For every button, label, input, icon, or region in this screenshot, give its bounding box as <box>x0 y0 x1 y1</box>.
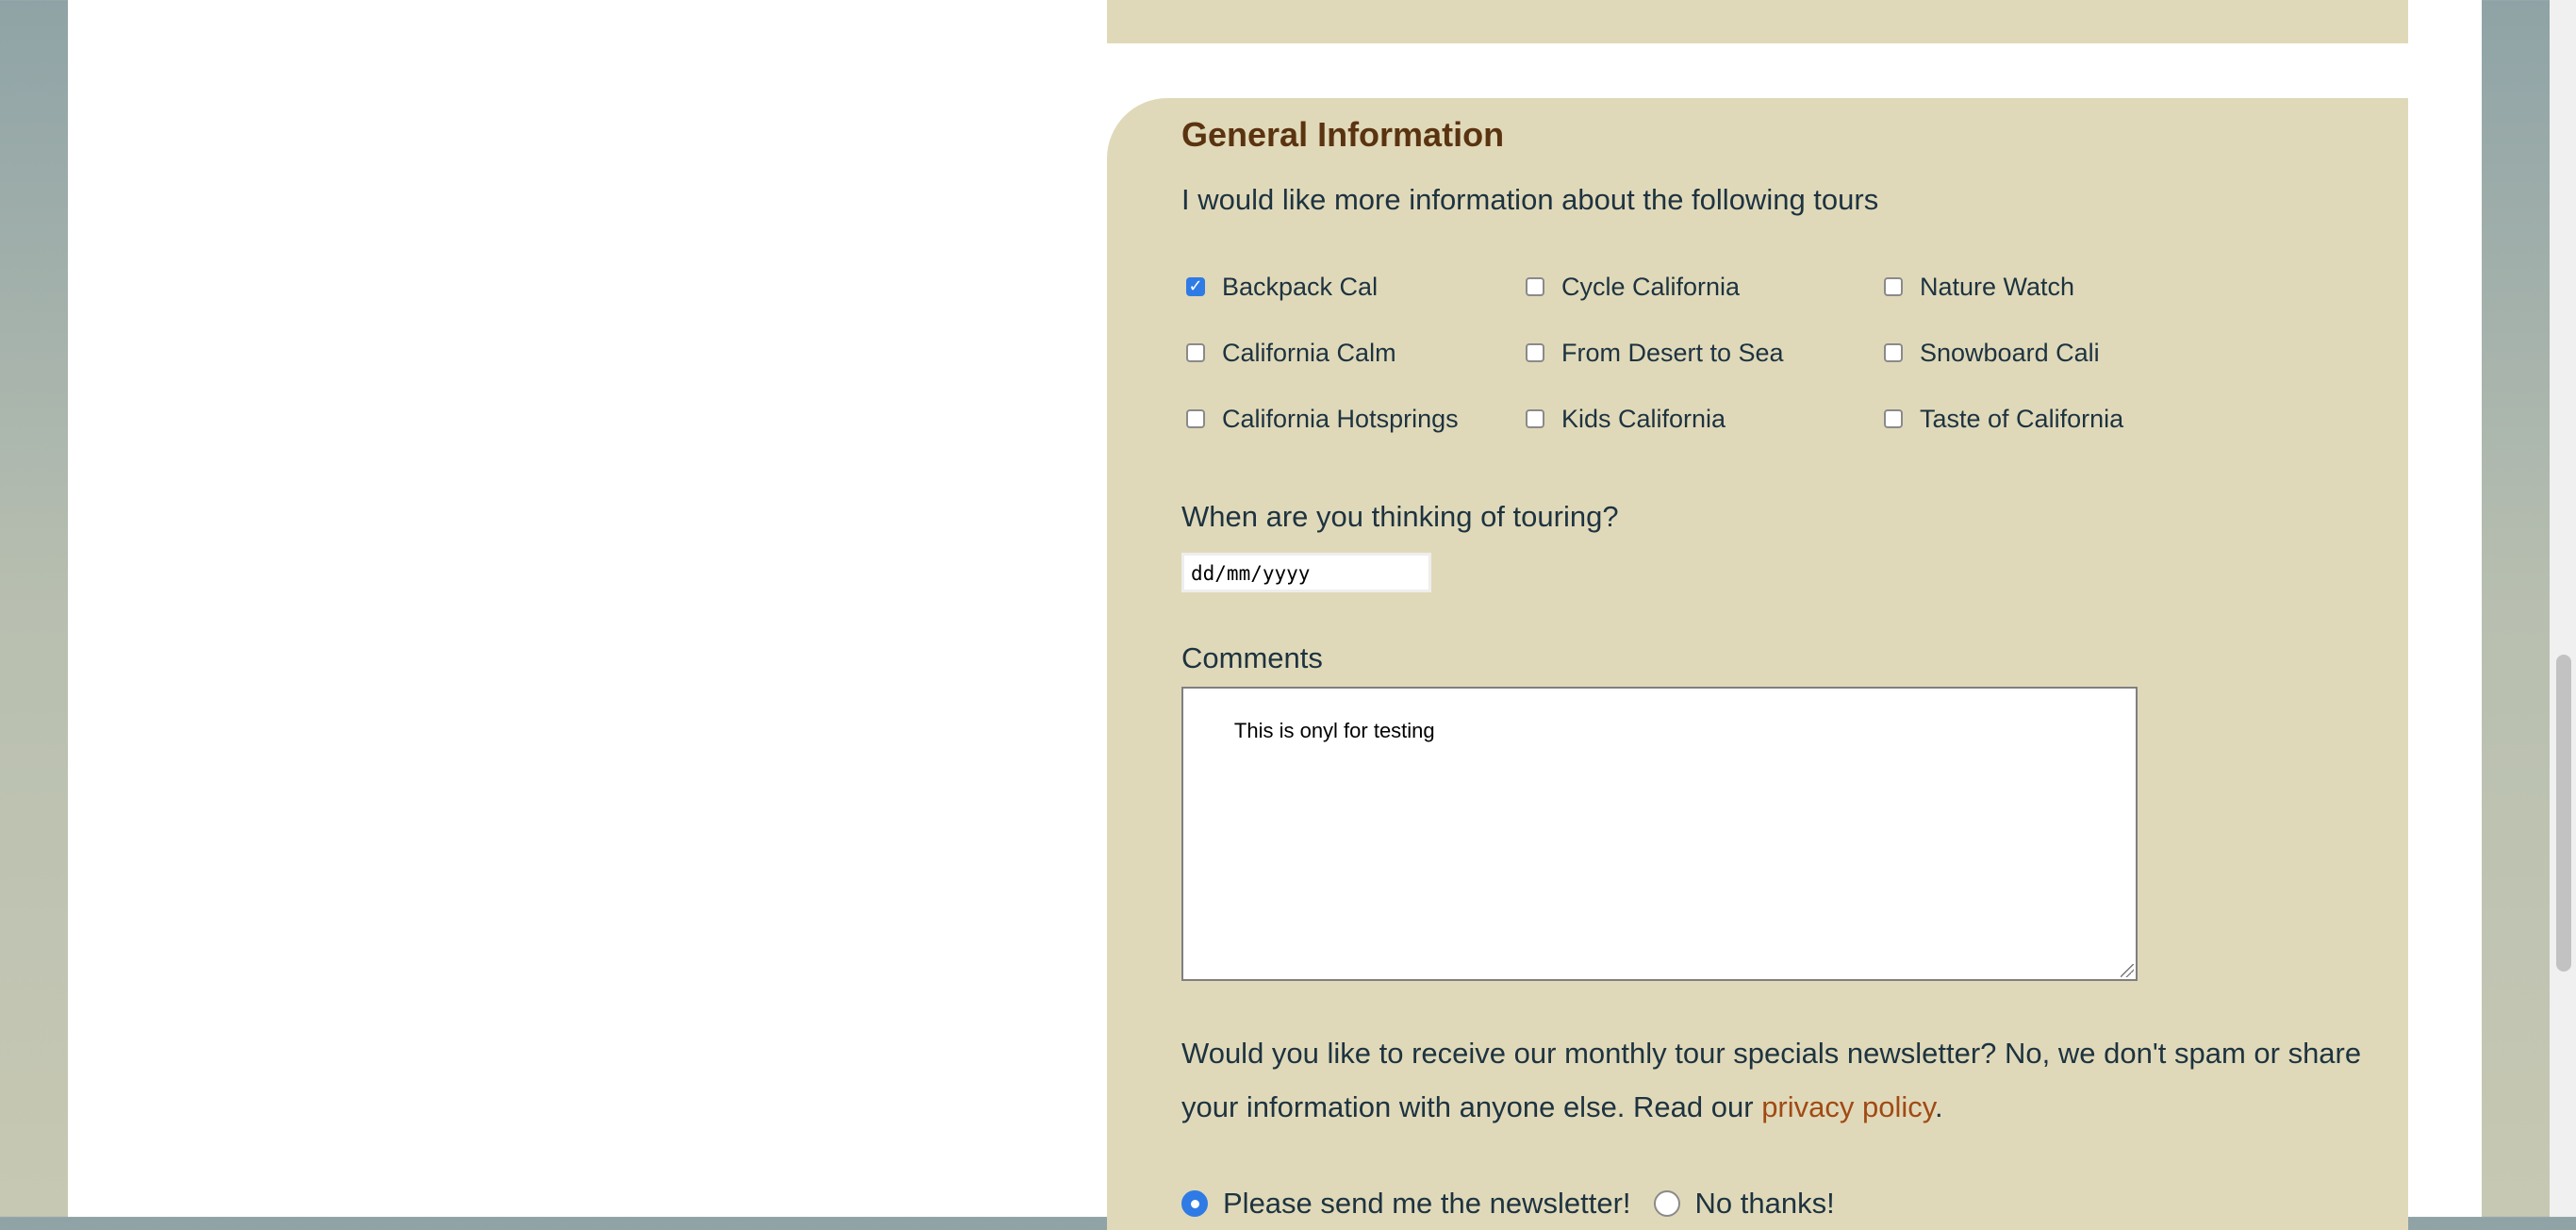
tour-option-california-calm[interactable]: California Calm <box>1181 334 1396 372</box>
tour-label: Snowboard Cali <box>1920 338 2100 367</box>
tour-label: Kids California <box>1561 404 1726 433</box>
scrollbar-thumb[interactable] <box>2556 655 2571 972</box>
tour-label: Cycle California <box>1561 272 1741 301</box>
tour-checkbox-group: ✓ Backpack Cal Cycle California Nature W… <box>1181 268 2219 475</box>
tour-label: California Hotsprings <box>1222 404 1459 433</box>
tour-option-kids-california[interactable]: Kids California <box>1521 400 1726 438</box>
tour-option-nature-watch[interactable]: Nature Watch <box>1879 268 2074 306</box>
checkbox[interactable] <box>1186 343 1205 362</box>
radio-button[interactable] <box>1181 1190 1208 1217</box>
radio-label: No thanks! <box>1694 1187 1835 1220</box>
comments-label: Comments <box>1181 641 1323 674</box>
comments-textarea[interactable]: This is onyl for testing <box>1181 687 2138 981</box>
checkbox[interactable] <box>1186 409 1205 428</box>
tour-option-cycle-california[interactable]: Cycle California <box>1521 268 1740 306</box>
tour-label: Nature Watch <box>1920 272 2075 301</box>
comments-text: This is onyl for testing <box>1233 719 1435 742</box>
tour-label: California Calm <box>1222 338 1396 367</box>
tours-intro-text: I would like more information about the … <box>1181 183 1879 216</box>
checkbox[interactable] <box>1526 343 1544 362</box>
touring-date-question: When are you thinking of touring? <box>1181 500 1619 533</box>
tour-label: From Desert to Sea <box>1561 338 1784 367</box>
checkbox[interactable] <box>1526 409 1544 428</box>
previous-form-section <box>1107 0 2408 43</box>
tour-option-backpack-cal[interactable]: ✓ Backpack Cal <box>1181 268 1378 306</box>
newsletter-question: Would you like to receive our monthly to… <box>1181 1026 2398 1134</box>
tour-label: Taste of California <box>1920 404 2124 433</box>
tour-option-taste-of-california[interactable]: Taste of California <box>1879 400 2123 438</box>
radio-button[interactable] <box>1653 1190 1680 1217</box>
tour-option-snowboard-cali[interactable]: Snowboard Cali <box>1879 334 2100 372</box>
tour-option-california-hotsprings[interactable]: California Hotsprings <box>1181 400 1459 438</box>
newsletter-end-punctuation: . <box>1934 1090 1943 1123</box>
tour-label: Backpack Cal <box>1222 272 1379 301</box>
checkbox[interactable] <box>1884 343 1903 362</box>
touring-date-input[interactable]: dd/mm/yyyy <box>1181 553 1431 592</box>
tour-option-from-desert-to-sea[interactable]: From Desert to Sea <box>1521 334 1784 372</box>
checkmark-icon: ✓ <box>1188 276 1203 296</box>
newsletter-no-option[interactable]: No thanks! <box>1653 1187 1835 1221</box>
general-information-section: General Information I would like more in… <box>1107 98 2408 1230</box>
checkbox[interactable]: ✓ <box>1186 277 1205 296</box>
vertical-scrollbar[interactable] <box>2550 0 2576 1217</box>
privacy-policy-link[interactable]: privacy policy <box>1761 1090 1935 1123</box>
checkbox[interactable] <box>1526 277 1544 296</box>
page-content: General Information I would like more in… <box>68 0 2482 1230</box>
resize-handle-icon[interactable] <box>2121 964 2134 977</box>
checkbox[interactable] <box>1884 277 1903 296</box>
section-title: General Information <box>1181 115 1505 154</box>
newsletter-radio-group: Please send me the newsletter! No thanks… <box>1181 1187 1858 1221</box>
newsletter-yes-option[interactable]: Please send me the newsletter! <box>1181 1187 1631 1221</box>
checkbox[interactable] <box>1884 409 1903 428</box>
radio-label: Please send me the newsletter! <box>1223 1187 1631 1220</box>
